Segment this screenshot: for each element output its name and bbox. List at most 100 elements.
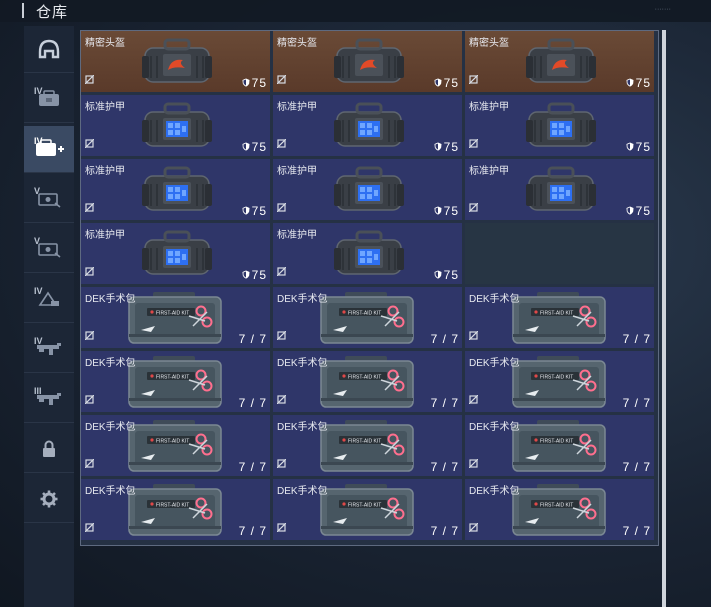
sidebar-tab-ticket-v-2[interactable]: V bbox=[24, 226, 74, 273]
sidebar-tab-ticket-v-1[interactable]: V bbox=[24, 176, 74, 223]
inventory-item-helmet[interactable]: 精密头盔 75 bbox=[81, 31, 270, 92]
inventory-item-kit[interactable]: FIRST-AID KIT DEK手术包 7 / 7 bbox=[273, 479, 462, 540]
item-name: 精密头盔 bbox=[469, 38, 509, 49]
item-uses: 7 / 7 bbox=[623, 460, 651, 474]
first-aid-kit-image: FIRST-AID KIT bbox=[317, 482, 417, 540]
inventory-item-armor[interactable]: 标准护甲 75 bbox=[81, 223, 270, 284]
item-durability: 75 bbox=[434, 268, 459, 282]
unbindable-icon bbox=[276, 519, 287, 537]
unbindable-icon bbox=[468, 199, 479, 217]
item-name: DEK手术包 bbox=[85, 486, 136, 497]
inventory-item-kit[interactable]: FIRST-AID KIT DEK手术包 7 / 7 bbox=[273, 287, 462, 348]
inventory-item-kit[interactable]: FIRST-AID KIT DEK手术包 7 / 7 bbox=[81, 287, 270, 348]
svg-text:FIRST-AID KIT: FIRST-AID KIT bbox=[156, 439, 189, 445]
empty-slot bbox=[465, 223, 654, 284]
unbindable-icon bbox=[276, 391, 287, 409]
svg-text:FIRST-AID KIT: FIRST-AID KIT bbox=[348, 311, 381, 317]
inventory-item-kit[interactable]: FIRST-AID KIT DEK手术包 7 / 7 bbox=[465, 287, 654, 348]
inventory-item-armor[interactable]: 标准护甲 75 bbox=[273, 159, 462, 220]
inventory-item-armor[interactable]: 标准护甲 75 bbox=[465, 159, 654, 220]
item-name: 精密头盔 bbox=[85, 38, 125, 49]
unbindable-icon bbox=[276, 455, 287, 473]
tab-tier-label: III bbox=[34, 386, 42, 396]
armor-image bbox=[525, 100, 597, 156]
first-aid-kit-image: FIRST-AID KIT bbox=[317, 290, 417, 348]
shield-icon bbox=[242, 142, 250, 154]
item-value-text: 7 / 7 bbox=[622, 524, 651, 538]
inventory-item-armor[interactable]: 标准护甲 75 bbox=[273, 223, 462, 284]
top-right-indicator: ······· bbox=[654, 6, 671, 13]
item-uses: 7 / 7 bbox=[431, 332, 459, 346]
item-value-text: 7 / 7 bbox=[622, 460, 651, 474]
first-aid-kit-image: FIRST-AID KIT bbox=[317, 418, 417, 476]
item-name: DEK手术包 bbox=[277, 358, 328, 369]
item-uses: 7 / 7 bbox=[239, 332, 267, 346]
svg-text:FIRST-AID KIT: FIRST-AID KIT bbox=[540, 439, 573, 445]
armor-image bbox=[525, 164, 597, 220]
unbindable-icon bbox=[276, 199, 287, 217]
svg-text:FIRST-AID KIT: FIRST-AID KIT bbox=[156, 503, 189, 509]
svg-text:FIRST-AID KIT: FIRST-AID KIT bbox=[540, 311, 573, 317]
sidebar-tab-lock[interactable] bbox=[24, 426, 74, 473]
item-value-text: 7 / 7 bbox=[430, 332, 459, 346]
scrollbar[interactable] bbox=[662, 30, 666, 607]
inventory-item-armor[interactable]: 标准护甲 75 bbox=[81, 95, 270, 156]
item-value-text: 7 / 7 bbox=[430, 396, 459, 410]
inventory-item-kit[interactable]: FIRST-AID KIT DEK手术包 7 / 7 bbox=[465, 479, 654, 540]
first-aid-kit-image: FIRST-AID KIT bbox=[509, 482, 609, 540]
sidebar-tab-helmet[interactable] bbox=[24, 26, 74, 73]
shield-icon bbox=[434, 270, 442, 282]
armor-image bbox=[141, 164, 213, 220]
inventory-item-armor[interactable]: 标准护甲 75 bbox=[273, 95, 462, 156]
svg-text:FIRST-AID KIT: FIRST-AID KIT bbox=[540, 503, 573, 509]
inventory-item-armor[interactable]: 标准护甲 75 bbox=[81, 159, 270, 220]
first-aid-kit-image: FIRST-AID KIT bbox=[509, 354, 609, 412]
first-aid-kit-image: FIRST-AID KIT bbox=[125, 354, 225, 412]
sidebar-tab-backpack-iv-plus[interactable]: IV bbox=[24, 126, 74, 173]
inventory-item-kit[interactable]: FIRST-AID KIT DEK手术包 7 / 7 bbox=[81, 351, 270, 412]
unbindable-icon bbox=[468, 327, 479, 345]
inventory-item-kit[interactable]: FIRST-AID KIT DEK手术包 7 / 7 bbox=[81, 479, 270, 540]
inventory-item-armor[interactable]: 标准护甲 75 bbox=[465, 95, 654, 156]
item-value-text: 75 bbox=[443, 140, 459, 154]
armor-image bbox=[333, 164, 405, 220]
sidebar-tab-gun-iii[interactable]: III bbox=[24, 376, 74, 423]
unbindable-icon bbox=[84, 199, 95, 217]
category-sidebar: IV IV V V IV IV III bbox=[24, 26, 74, 607]
armor-image bbox=[333, 100, 405, 156]
first-aid-kit-image: FIRST-AID KIT bbox=[125, 482, 225, 540]
inventory-item-kit[interactable]: FIRST-AID KIT DEK手术包 7 / 7 bbox=[465, 415, 654, 476]
unbindable-icon bbox=[468, 455, 479, 473]
item-name: 标准护甲 bbox=[277, 230, 317, 241]
shield-icon bbox=[434, 142, 442, 154]
svg-text:FIRST-AID KIT: FIRST-AID KIT bbox=[348, 375, 381, 381]
sidebar-tab-tag-iv[interactable]: IV bbox=[24, 276, 74, 323]
inventory-item-kit[interactable]: FIRST-AID KIT DEK手术包 7 / 7 bbox=[465, 351, 654, 412]
item-uses: 7 / 7 bbox=[239, 396, 267, 410]
sidebar-tab-gun-iv[interactable]: IV bbox=[24, 326, 74, 373]
item-value-text: 7 / 7 bbox=[238, 332, 267, 346]
inventory-item-helmet[interactable]: 精密头盔 75 bbox=[465, 31, 654, 92]
unbindable-icon bbox=[468, 135, 479, 153]
item-durability: 75 bbox=[242, 140, 267, 154]
shield-icon bbox=[626, 142, 634, 154]
item-value-text: 75 bbox=[635, 204, 651, 218]
inventory-item-kit[interactable]: FIRST-AID KIT DEK手术包 7 / 7 bbox=[81, 415, 270, 476]
item-value-text: 75 bbox=[443, 268, 459, 282]
item-uses: 7 / 7 bbox=[623, 332, 651, 346]
sidebar-tab-settings[interactable] bbox=[24, 476, 74, 523]
unbindable-icon bbox=[276, 327, 287, 345]
svg-text:FIRST-AID KIT: FIRST-AID KIT bbox=[156, 311, 189, 317]
item-uses: 7 / 7 bbox=[431, 524, 459, 538]
shield-icon bbox=[242, 206, 250, 218]
shield-icon bbox=[626, 206, 634, 218]
sidebar-tab-backpack-iv[interactable]: IV bbox=[24, 76, 74, 123]
item-uses: 7 / 7 bbox=[623, 396, 651, 410]
lock-icon bbox=[41, 440, 57, 458]
unbindable-icon bbox=[84, 263, 95, 281]
item-value-text: 7 / 7 bbox=[430, 524, 459, 538]
inventory-item-kit[interactable]: FIRST-AID KIT DEK手术包 7 / 7 bbox=[273, 351, 462, 412]
inventory-item-kit[interactable]: FIRST-AID KIT DEK手术包 7 / 7 bbox=[273, 415, 462, 476]
shield-icon bbox=[242, 78, 250, 90]
inventory-item-helmet[interactable]: 精密头盔 75 bbox=[273, 31, 462, 92]
